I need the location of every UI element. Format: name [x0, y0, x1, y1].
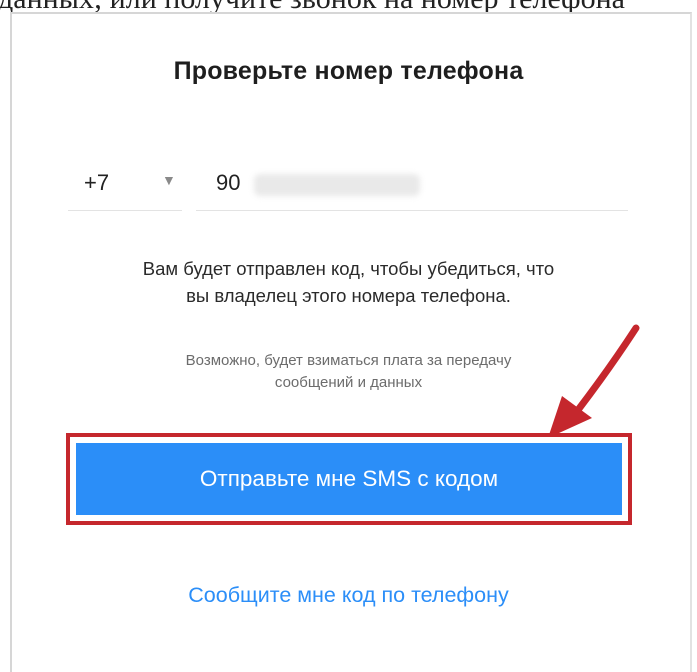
info-text-line: Вам будет отправлен код, чтобы убедиться…	[142, 258, 555, 279]
call-me-link[interactable]: Сообщите мне код по телефону	[0, 583, 697, 608]
send-sms-highlight-frame: Отправьте мне SMS с кодом	[66, 433, 632, 525]
chevron-down-icon: ▼	[162, 172, 176, 188]
dialog-title: Проверьте номер телефона	[173, 57, 524, 85]
phone-number-redaction	[254, 174, 420, 196]
info-text-line: вы владелец этого номера телефона.	[186, 285, 511, 306]
country-code-value: +7	[84, 170, 110, 195]
info-text: Вам будет отправлен код, чтобы убедиться…	[0, 255, 697, 309]
phone-number-value: 90	[216, 170, 241, 195]
red-arrow-icon	[548, 324, 640, 438]
phone-number-input[interactable]: 90	[196, 160, 628, 211]
send-sms-button[interactable]: Отправьте мне SMS с кодом	[76, 443, 622, 515]
country-code-select[interactable]: +7 ▼	[68, 160, 182, 211]
